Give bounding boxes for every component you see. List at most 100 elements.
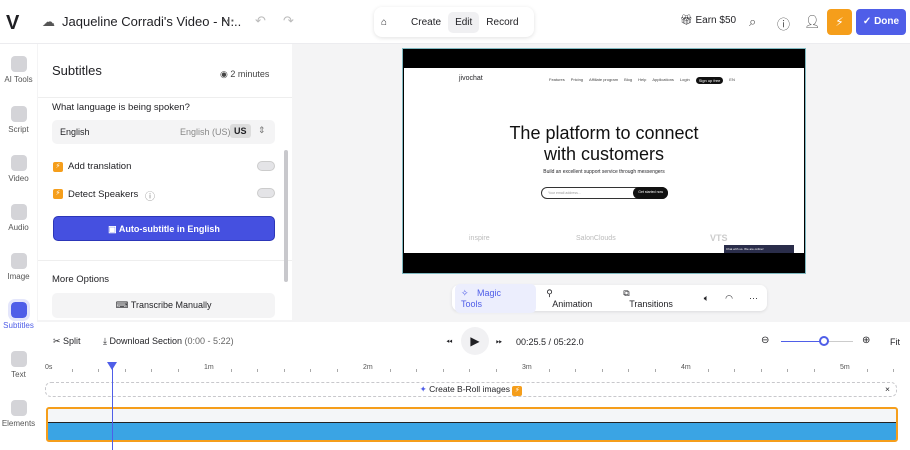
zoom-in-icon[interactable]: ⊕: [862, 335, 870, 346]
sidebar-item-subtitles[interactable]: Subtitles: [0, 299, 37, 330]
language-select[interactable]: English English (US) US ⇕: [52, 120, 275, 144]
speed-icon[interactable]: ◠: [719, 289, 739, 308]
ruler-label: 5m: [840, 364, 850, 371]
detect-speakers-label: Detect Speakers: [68, 189, 139, 200]
sidebar-item-ai-tools[interactable]: AI Tools: [0, 56, 37, 84]
video-preview[interactable]: jivochat Features Pricing Affiliate progra…: [402, 48, 806, 274]
ruler-label: 3m: [522, 364, 532, 371]
nav: Features: [549, 77, 565, 82]
label: Video: [8, 174, 29, 183]
redo-button[interactable]: ↷: [283, 13, 294, 29]
add-translation-label: Add translation: [68, 161, 132, 172]
ruler-label: 4m: [681, 364, 691, 371]
headline: The platform to connect with customers: [404, 123, 804, 165]
subtitles-panel: Subtitles ◉ 2 minutes What language is b…: [38, 44, 292, 320]
label: Subtitles: [3, 321, 34, 330]
site-nav: Features Pricing Affiliate program Blog Help…: [549, 77, 735, 84]
home-icon[interactable]: ⌂: [374, 12, 394, 33]
ruler-tick: [601, 369, 603, 372]
invite-user-icon[interactable]: 👤︎: [804, 14, 821, 30]
forward-button[interactable]: ⏩︎: [496, 337, 502, 347]
locale-value: English (US): [180, 127, 231, 137]
panel-title: Subtitles: [52, 63, 102, 78]
ruler-tick: [151, 369, 152, 372]
ruler-label: 0s: [45, 364, 53, 371]
fit-button[interactable]: Fit: [890, 337, 900, 347]
project-title[interactable]: Jaqueline Corradi's Video - N...: [62, 14, 241, 29]
image-icon: [10, 253, 27, 269]
mode-create[interactable]: Create: [404, 12, 448, 33]
ruler-tick: [98, 369, 99, 372]
cta: Get started now: [633, 187, 668, 199]
auto-subtitle-button[interactable]: ▣ Auto-subtitle in English: [53, 216, 275, 241]
info-icon[interactable]: ⓘ: [145, 188, 155, 203]
close-broll-button[interactable]: ×: [885, 383, 890, 396]
panel-scrollbar[interactable]: [284, 150, 288, 282]
ruler-tick: [893, 369, 894, 372]
rewind-button[interactable]: ⏪︎: [446, 337, 452, 347]
ruler-tick: [866, 369, 868, 372]
sidebar-item-audio[interactable]: Audio: [0, 204, 37, 232]
label: Audio: [8, 223, 29, 232]
label: Text: [11, 370, 26, 379]
sidebar-item-text[interactable]: Text: [0, 351, 37, 379]
done-button[interactable]: ✓ Done: [856, 9, 906, 35]
logo: inspire: [469, 235, 490, 242]
lbl: Transitions: [629, 298, 673, 309]
ruler-tick: [813, 369, 815, 372]
ruler-tick: [548, 369, 550, 372]
add-translation-toggle[interactable]: [257, 161, 275, 171]
zoom-out-icon[interactable]: ⊖: [761, 335, 769, 346]
detect-speakers-toggle[interactable]: [257, 188, 275, 198]
app-logo[interactable]: V: [6, 12, 19, 35]
language-value: English: [60, 127, 90, 137]
help-icon[interactable]: ⓘ: [777, 14, 790, 33]
sidebar-item-video[interactable]: Video: [0, 155, 37, 183]
more-button[interactable]: ···: [743, 289, 764, 307]
undo-button[interactable]: ↶: [255, 13, 266, 29]
time-display: 00:25.5 / 05:22.0: [516, 337, 584, 347]
ruler-tick: [575, 369, 576, 372]
earn-button[interactable]: 🎁︎ Earn $50: [680, 15, 736, 26]
range: (0:00 - 5:22): [184, 336, 234, 346]
label: Elements: [1, 419, 36, 428]
mode-edit[interactable]: Edit: [448, 11, 480, 33]
sidebar-item-script[interactable]: Script: [0, 106, 37, 134]
playhead[interactable]: [107, 362, 117, 450]
ruler-tick: [310, 369, 311, 372]
animation-button[interactable]: ⚲ Animation: [540, 284, 613, 313]
transitions-button[interactable]: ⧉ Transitions: [617, 284, 693, 313]
transcribe-manually-button[interactable]: ⌨ Transcribe Manually: [52, 293, 275, 318]
clip-thumbnails: [48, 409, 896, 423]
lbl: Magic Tools: [461, 287, 502, 309]
more-options-button[interactable]: ···: [222, 13, 235, 28]
ruler-tick: [177, 369, 179, 372]
magic-tools-button[interactable]: ✧ Magic Tools: [455, 283, 537, 313]
download-section-button[interactable]: ⤓ Download Section (0:00 - 5:22): [103, 336, 234, 347]
video-track-clip[interactable]: [46, 407, 898, 442]
sidebar-item-image[interactable]: Image: [0, 253, 37, 281]
ruler-label: 2m: [363, 364, 373, 371]
zoom-slider[interactable]: [781, 336, 853, 346]
split-button[interactable]: ✂ Split: [53, 336, 81, 347]
upgrade-button[interactable]: ⚡︎: [827, 9, 852, 35]
mode-record[interactable]: Record: [479, 12, 525, 33]
zoom-slider-handle[interactable]: [819, 336, 830, 346]
nav: Applications: [652, 77, 674, 82]
sidebar-item-elements[interactable]: Elements: [0, 400, 37, 428]
script-icon: [10, 106, 27, 122]
ruler-tick: [654, 369, 656, 372]
create-broll-button[interactable]: ✦ Create B-Roll images ⚡︎ ×: [45, 382, 897, 397]
nav: Blog: [624, 77, 633, 82]
elements-icon: [10, 400, 27, 416]
nav: Pricing: [570, 77, 584, 82]
ruler-tick: [257, 369, 258, 372]
volume-icon[interactable]: 🔈︎: [698, 289, 715, 308]
label: Script: [8, 125, 29, 134]
search-icon[interactable]: ⌕: [749, 14, 756, 30]
ruler-tick: [442, 369, 444, 372]
play-button[interactable]: ▶: [461, 327, 489, 355]
cloud-icon: ☁: [42, 14, 55, 29]
auto-subtitle-label: Auto-subtitle in English: [118, 224, 220, 234]
text-icon: [10, 351, 27, 367]
